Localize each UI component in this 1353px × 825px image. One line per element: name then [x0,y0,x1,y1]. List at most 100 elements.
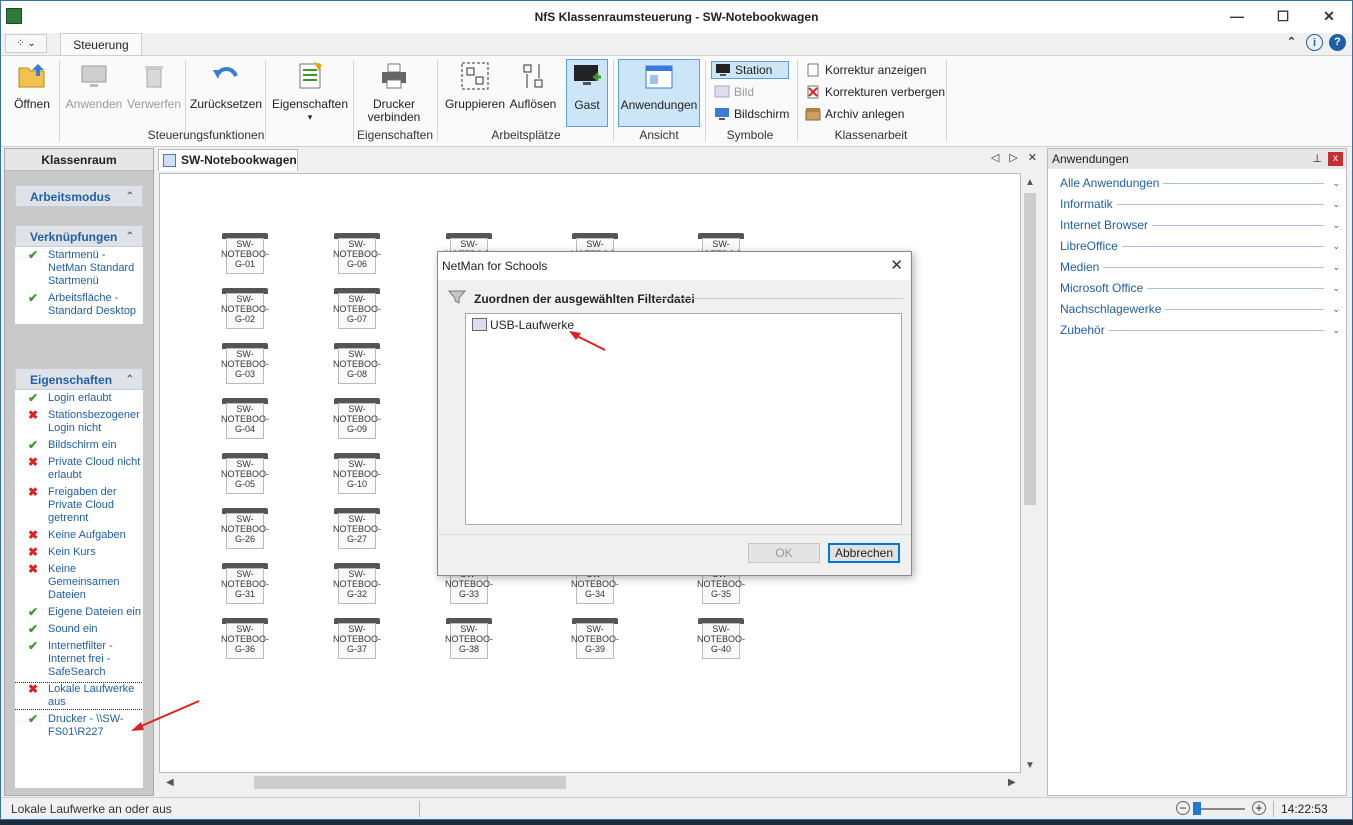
list-item[interactable]: ✖ Kein Kurs [15,546,143,559]
anwenden-button[interactable]: Anwenden [65,60,123,124]
station-tile[interactable]: SW- NOTEBOO- G-05 [214,452,276,496]
quick-access-menu[interactable]: ⁘ ⌄ [5,34,47,53]
zuruecksetzen-button[interactable]: Zurücksetzen [190,60,262,124]
minimize-button[interactable]: — [1214,1,1260,31]
korrekturen-verbergen-button[interactable]: Korrekturen verbergen [805,83,945,101]
list-item[interactable]: ✖ Keine Gemeinsamen Dateien [15,563,143,602]
list-item[interactable]: ✔ Bildschirm ein [15,439,143,452]
list-item[interactable]: ✖ Freigaben der Private Cloud getrennt [15,486,143,525]
gruppieren-button[interactable]: Gruppieren [444,60,506,124]
category-item[interactable]: Alle Anwendungen ⌄ [1048,173,1346,194]
station-tile[interactable]: SW- NOTEBOO- G-26 [214,507,276,551]
chevron-down-icon[interactable]: ⌄ [1332,278,1340,299]
help-icon[interactable]: ? [1329,34,1346,51]
zoom-in-button[interactable]: + [1252,801,1266,815]
arbeitsmodus-header[interactable]: Arbeitsmodus ⌃ [15,185,143,207]
zoom-out-button[interactable]: − [1176,801,1190,815]
close-button[interactable]: ✕ [1306,1,1352,31]
list-item[interactable]: ✔ Startmenü - NetMan Standard Startmenü [15,249,143,288]
list-item[interactable]: ✖ Private Cloud nicht erlaubt [15,456,143,482]
oeffnen-button[interactable]: Öffnen [11,60,53,124]
pin-icon[interactable]: ⊥ [1312,149,1322,169]
bildschirm-toggle[interactable]: Bildschirm [714,105,789,123]
prev-document-button[interactable]: ◁ [991,151,999,164]
collapse-icon[interactable]: ⌃ [126,226,134,248]
station-tile[interactable]: SW- NOTEBOO- G-01 [214,232,276,276]
chevron-down-icon[interactable]: ⌄ [1332,236,1340,257]
tab-steuerung[interactable]: Steuerung [60,33,142,55]
close-document-button[interactable]: ✕ [1028,151,1037,164]
station-tile[interactable]: SW- NOTEBOO- G-37 [326,617,388,661]
lokale-laufwerke-item[interactable]: ✖ Lokale Laufwerke aus [15,682,143,710]
dialog-close-button[interactable]: ✕ [890,252,903,280]
chevron-down-icon[interactable]: ⌄ [1332,299,1340,320]
chevron-down-icon[interactable]: ⌄ [1332,215,1340,236]
verknuepfungen-header[interactable]: Verknüpfungen ⌃ [15,225,143,247]
collapse-ribbon-icon[interactable]: ⌃ [1283,34,1300,51]
list-item[interactable]: ✖ Keine Aufgaben [15,529,143,542]
station-tile[interactable]: SW- NOTEBOO- G-04 [214,397,276,441]
station-tile[interactable]: SW- NOTEBOO- G-03 [214,342,276,386]
list-item[interactable]: ✔ Drucker - \\SW-FS01\R227 [15,713,143,739]
station-tile[interactable]: SW- NOTEBOO- G-36 [214,617,276,661]
collapse-icon[interactable]: ⌃ [126,186,134,208]
ok-button[interactable]: OK [748,543,820,563]
station-tile[interactable]: SW- NOTEBOO- G-32 [326,562,388,606]
category-item[interactable]: Medien ⌄ [1048,257,1346,278]
scroll-up-arrow[interactable]: ▲ [1025,177,1035,188]
category-item[interactable]: Informatik ⌄ [1048,194,1346,215]
archiv-anlegen-button[interactable]: Archiv anlegen [805,105,904,123]
station-toggle[interactable]: Station [711,61,789,79]
list-item[interactable]: ✔ Login erlaubt [15,392,143,405]
aufloesen-button[interactable]: Auflösen [508,60,558,124]
scroll-down-arrow[interactable]: ▼ [1025,760,1035,771]
station-tile[interactable]: SW- NOTEBOO- G-31 [214,562,276,606]
abbrechen-button[interactable]: Abbrechen [828,543,900,563]
tab-sw-notebookwagen[interactable]: SW-Notebookwagen [158,149,298,171]
list-item-usb-laufwerke[interactable]: USB-Laufwerke [472,318,574,332]
bild-toggle[interactable]: Bild [714,83,754,101]
list-item[interactable]: ✔ Eigene Dateien ein [15,606,143,619]
collapse-icon[interactable]: ⌃ [126,369,134,391]
next-document-button[interactable]: ▷ [1009,151,1017,164]
station-tile[interactable]: SW- NOTEBOO- G-38 [438,617,500,661]
chevron-down-icon[interactable]: ⌄ [1332,173,1340,194]
info-icon[interactable]: i [1306,34,1323,51]
category-item[interactable]: Microsoft Office ⌄ [1048,278,1346,299]
station-tile[interactable]: SW- NOTEBOO- G-39 [564,617,626,661]
chevron-down-icon[interactable]: ⌄ [1332,320,1340,341]
korrektur-anzeigen-button[interactable]: Korrektur anzeigen [805,61,926,79]
category-item[interactable]: Internet Browser ⌄ [1048,215,1346,236]
drucker-verbinden-button[interactable]: Drucker verbinden [361,60,427,124]
anwendungen-button[interactable]: Anwendungen [618,59,700,127]
station-tile[interactable]: SW- NOTEBOO- G-02 [214,287,276,331]
station-tile[interactable]: SW- NOTEBOO- G-10 [326,452,388,496]
gast-button[interactable]: Gast [566,59,608,127]
station-tile[interactable]: SW- NOTEBOO- G-08 [326,342,388,386]
filter-list[interactable]: USB-Laufwerke [465,313,902,525]
station-tile[interactable]: SW- NOTEBOO- G-09 [326,397,388,441]
vertical-scroll-thumb[interactable] [1024,193,1036,505]
verwerfen-button[interactable]: Verwerfen [127,60,181,124]
zoom-slider-thumb[interactable] [1193,802,1201,815]
category-item[interactable]: Nachschlagewerke ⌄ [1048,299,1346,320]
station-tile[interactable]: SW- NOTEBOO- G-40 [690,617,752,661]
station-tile[interactable]: SW- NOTEBOO- G-07 [326,287,388,331]
eigenschaften-button[interactable]: Eigenschaften ▾ [271,60,349,124]
station-tile[interactable]: SW- NOTEBOO- G-27 [326,507,388,551]
scroll-left-arrow[interactable]: ◀ [166,777,174,788]
scroll-right-arrow[interactable]: ▶ [1008,777,1016,788]
close-panel-button[interactable]: x [1328,152,1343,166]
station-tile[interactable]: SW- NOTEBOO- G-06 [326,232,388,276]
category-item[interactable]: Zubehör ⌄ [1048,320,1346,341]
list-item[interactable]: ✖ Stationsbezogener Login nicht [15,409,143,435]
chevron-down-icon[interactable]: ⌄ [1332,194,1340,215]
list-item[interactable]: ✔ Arbeitsfläche - Standard Desktop [15,292,143,318]
horizontal-scroll-thumb[interactable] [254,776,566,789]
list-item[interactable]: ✔ Sound ein [15,623,143,636]
chevron-down-icon[interactable]: ⌄ [1332,257,1340,278]
maximize-button[interactable]: ☐ [1260,1,1306,31]
category-item[interactable]: LibreOffice ⌄ [1048,236,1346,257]
list-item[interactable]: ✔ Internetfilter - Internet frei - SafeSe… [15,640,143,679]
eigenschaften-header[interactable]: Eigenschaften ⌃ [15,368,143,390]
